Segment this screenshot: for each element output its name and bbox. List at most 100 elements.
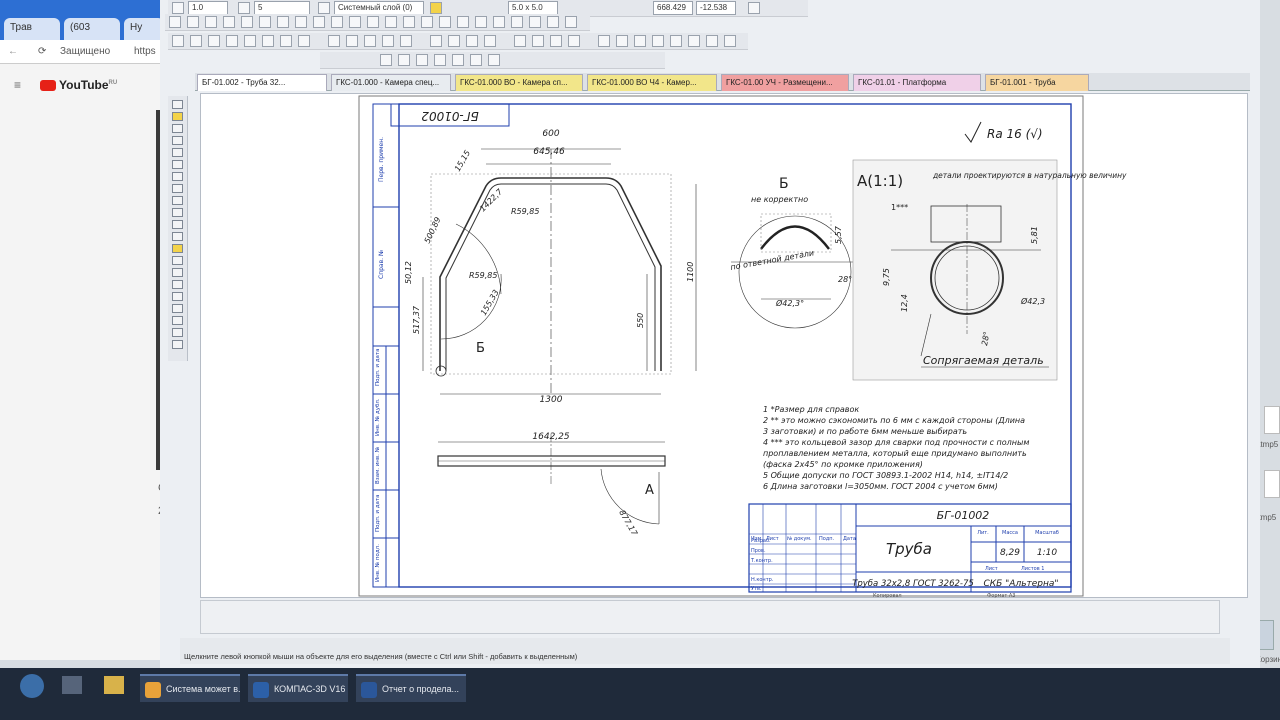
step-icon[interactable] — [238, 2, 250, 14]
view-break-icon[interactable] — [488, 54, 500, 66]
view-iso-icon[interactable] — [434, 54, 446, 66]
rectangle-icon[interactable] — [241, 16, 253, 28]
reload-icon[interactable]: ⟳ — [38, 46, 46, 57]
save-icon[interactable] — [208, 35, 220, 47]
help-icon[interactable] — [598, 35, 610, 47]
spec-icon[interactable] — [550, 35, 562, 47]
tool-icon[interactable] — [172, 148, 183, 157]
browser-tab[interactable]: (603 — [64, 18, 120, 40]
offset-icon[interactable] — [511, 16, 523, 28]
print-icon[interactable] — [226, 35, 238, 47]
youtube-logo[interactable]: ≡ YouTubeRU — [14, 78, 117, 92]
paste-icon[interactable] — [262, 35, 274, 47]
text-icon[interactable] — [331, 16, 343, 28]
sheet-icon[interactable] — [532, 35, 544, 47]
tool-icon[interactable] — [172, 304, 183, 313]
tool-icon[interactable] — [172, 244, 183, 253]
taskbar-word[interactable]: Отчет о продела... — [356, 674, 466, 702]
tool-icon[interactable] — [172, 160, 183, 169]
redo-icon[interactable] — [298, 35, 310, 47]
snap-settings-icon[interactable] — [652, 35, 664, 47]
layers-icon[interactable] — [430, 35, 442, 47]
point-icon[interactable] — [169, 16, 181, 28]
arc-icon[interactable] — [223, 16, 235, 28]
snap-icon[interactable] — [430, 2, 442, 14]
step-field[interactable]: 5 — [254, 1, 310, 15]
tool-icon[interactable] — [172, 172, 183, 181]
mirror-icon[interactable] — [367, 16, 379, 28]
menu-more-icon[interactable] — [724, 35, 736, 47]
tool-icon[interactable] — [172, 328, 183, 337]
view-section-icon[interactable] — [452, 54, 464, 66]
chamfer-icon[interactable] — [493, 16, 505, 28]
tool-icon[interactable] — [172, 232, 183, 241]
properties-icon[interactable] — [448, 35, 460, 47]
browser-tab[interactable]: Трав — [4, 18, 60, 40]
tool-icon[interactable] — [172, 220, 183, 229]
rotate-icon[interactable] — [385, 16, 397, 28]
polyline-icon[interactable] — [259, 16, 271, 28]
view-icon[interactable] — [514, 35, 526, 47]
trim-icon[interactable] — [457, 16, 469, 28]
variables-icon[interactable] — [484, 35, 496, 47]
tool-icon[interactable] — [172, 256, 183, 265]
settings-icon[interactable] — [565, 16, 577, 28]
tool-icon[interactable] — [172, 280, 183, 289]
layer-icon[interactable] — [318, 2, 330, 14]
cut-icon[interactable] — [244, 35, 256, 47]
back-arrow-icon[interactable]: ← — [8, 46, 18, 57]
tool-icon[interactable] — [172, 340, 183, 349]
tool-icon[interactable] — [172, 268, 183, 277]
grid-field[interactable]: 5.0 x 5.0 — [508, 1, 558, 15]
spline-icon[interactable] — [277, 16, 289, 28]
pan-icon[interactable] — [382, 35, 394, 47]
measure-icon[interactable] — [547, 16, 559, 28]
doc-tab-3[interactable]: ГКС-01.000 ВО Ч4 - Камер... — [587, 74, 717, 91]
library-icon[interactable] — [466, 35, 478, 47]
view-side-icon[interactable] — [416, 54, 428, 66]
taskbar-kompas[interactable]: КОМПАС-3D V16 — [248, 674, 348, 702]
fillet-icon[interactable] — [475, 16, 487, 28]
open-icon[interactable] — [190, 35, 202, 47]
tool-icon[interactable] — [172, 208, 183, 217]
line-width-field[interactable]: 1.0 — [188, 1, 228, 15]
doc-tab-2[interactable]: ГКС-01.000 ВО - Камера сп... — [455, 74, 583, 91]
tool-icon[interactable] — [172, 100, 183, 109]
view-front-icon[interactable] — [398, 54, 410, 66]
zoom-in-icon[interactable] — [328, 35, 340, 47]
browser-tab[interactable]: Ну — [124, 18, 164, 40]
table-icon[interactable] — [349, 16, 361, 28]
tool-icon[interactable] — [172, 316, 183, 325]
drawing-sheet[interactable]: Перв. примен. Справ. № Подп. и дата Инв.… — [201, 94, 1249, 599]
tool-icon[interactable] — [172, 112, 183, 121]
tool-icon[interactable] — [172, 292, 183, 301]
doc-tab-1[interactable]: ГКС-01.000 - Камера спец... — [331, 74, 451, 91]
drawing-canvas[interactable]: Перв. примен. Справ. № Подп. и дата Инв.… — [200, 93, 1249, 599]
task-view-icon[interactable] — [62, 676, 82, 694]
view-top-icon[interactable] — [380, 54, 392, 66]
copy-icon[interactable] — [421, 16, 433, 28]
info-icon[interactable] — [616, 35, 628, 47]
line-width-icon[interactable] — [172, 2, 184, 14]
file-icon[interactable] — [1264, 406, 1280, 434]
refresh-icon[interactable] — [400, 35, 412, 47]
tool-icon[interactable] — [172, 124, 183, 133]
new-icon[interactable] — [172, 35, 184, 47]
doc-tab-0[interactable]: БГ-01.002 - Труба 32... — [197, 74, 327, 91]
round-icon[interactable] — [706, 35, 718, 47]
tool-icon[interactable] — [172, 136, 183, 145]
tool-icon[interactable] — [172, 196, 183, 205]
doc-tab-4[interactable]: ГКС-01.00 УЧ - Размещени... — [721, 74, 849, 91]
line-icon[interactable] — [187, 16, 199, 28]
zoom-window-icon[interactable] — [364, 35, 376, 47]
array-icon[interactable] — [529, 16, 541, 28]
view-detail-icon[interactable] — [470, 54, 482, 66]
explorer-icon[interactable] — [104, 676, 124, 694]
search-icon[interactable] — [634, 35, 646, 47]
grid-icon[interactable] — [688, 35, 700, 47]
menu-icon[interactable]: ≡ — [14, 78, 28, 92]
doc-tab-5[interactable]: ГКС-01.01 - Платформа — [853, 74, 981, 91]
cursor-icon[interactable] — [748, 2, 760, 14]
system-tray[interactable] — [1150, 682, 1240, 692]
dimension-icon[interactable] — [313, 16, 325, 28]
